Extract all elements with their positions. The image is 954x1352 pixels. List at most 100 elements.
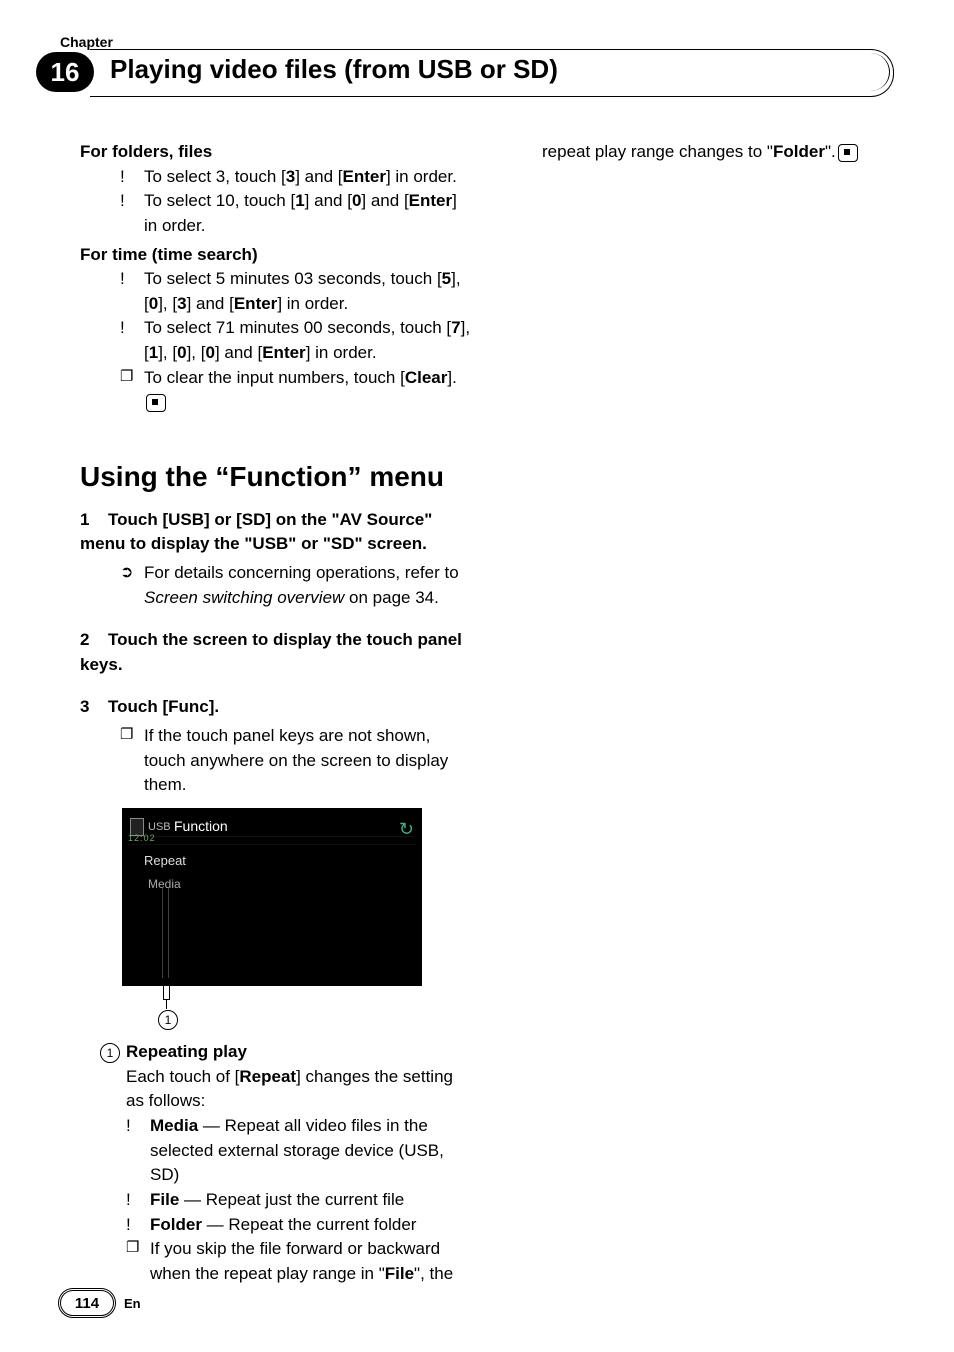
step-1: 1Touch [USB] or [SD] on the "AV Source" … — [80, 508, 472, 557]
heading-folders-files: For folders, files — [80, 140, 472, 165]
repeat-button[interactable]: Repeat — [144, 852, 186, 871]
heading-time-search: For time (time search) — [80, 243, 472, 268]
text: For details concerning operations, refer… — [144, 563, 459, 582]
bullet-file: ! File — Repeat just the current file — [126, 1188, 472, 1213]
text: ], [ — [187, 343, 206, 362]
note-icon: ❐ — [120, 366, 144, 415]
note-clear-input: ❐ To clear the input numbers, touch [Cle… — [120, 366, 472, 415]
step-3: 3Touch [Func]. — [80, 695, 472, 720]
option-folder: Folder — [773, 142, 825, 161]
key-enter: Enter — [234, 294, 277, 313]
page-number-badge: 114 — [60, 1290, 114, 1316]
legend-1-heading: 1 Repeating play — [100, 1040, 472, 1065]
note-skip-file: ❐ If you skip the file forward or backwa… — [126, 1237, 472, 1286]
key-0: 0 — [205, 343, 214, 362]
option-folder: Folder — [150, 1215, 202, 1234]
bullet-time-71m00s: ! To select 71 minutes 00 seconds, touch… — [120, 316, 472, 365]
reference-icon: ➲ — [120, 561, 144, 610]
text: Each touch of [ — [126, 1067, 239, 1086]
text: To select 71 minutes 00 seconds, touch [ — [144, 318, 451, 337]
key-1: 1 — [295, 191, 304, 210]
text: To clear the input numbers, touch [ — [144, 368, 405, 387]
bullet-dot-icon: ! — [126, 1114, 150, 1188]
ref-link-title: Screen switching overview — [144, 588, 344, 607]
step-text: Touch [Func]. — [108, 697, 219, 716]
bullet-select-3: ! To select 3, touch [3] and [Enter] in … — [120, 165, 472, 190]
text: Using the “ — [80, 461, 229, 492]
note-icon: ❐ — [126, 1237, 150, 1286]
key-0: 0 — [149, 294, 158, 313]
text: To select 5 minutes 03 seconds, touch [ — [144, 269, 442, 288]
step-number: 2 — [80, 628, 108, 653]
key-1: 1 — [149, 343, 158, 362]
legend-title: Repeating play — [126, 1040, 247, 1065]
key-enter: Enter — [342, 167, 385, 186]
bullet-dot-icon: ! — [120, 267, 144, 316]
bullet-dot-icon: ! — [120, 189, 144, 238]
text: ] in order. — [306, 343, 377, 362]
text: To select 3, touch [ — [144, 167, 286, 186]
step-number: 3 — [80, 695, 108, 720]
bullet-dot-icon: ! — [120, 316, 144, 365]
callout-guide-line — [162, 888, 163, 978]
text: ] and [ — [295, 167, 342, 186]
bullet-dot-icon: ! — [120, 165, 144, 190]
right-column: repeat play range changes to "Folder". — [502, 140, 894, 1286]
text: ], [ — [158, 294, 177, 313]
page-title: Playing video files (from USB or SD) — [110, 54, 558, 85]
function-word: Function — [229, 461, 347, 492]
text: ] and [ — [215, 343, 262, 362]
key-repeat: Repeat — [239, 1067, 296, 1086]
text: ] and [ — [305, 191, 352, 210]
key-enter: Enter — [262, 343, 305, 362]
page-footer: 114 En — [60, 1290, 141, 1316]
text: ", the — [414, 1264, 453, 1283]
section-end-icon — [838, 144, 858, 162]
step-3-note: ❐ If the touch panel keys are not shown,… — [120, 724, 472, 798]
text: ]. — [447, 368, 456, 387]
note-icon: ❐ — [120, 724, 144, 798]
text: ], [ — [158, 343, 177, 362]
divider — [130, 836, 414, 837]
step-2: 2Touch the screen to display the touch p… — [80, 628, 472, 677]
callout-connector — [122, 986, 422, 1008]
callout-guide-line — [168, 888, 169, 978]
text: — Repeat the current folder — [202, 1215, 417, 1234]
text: To select 10, touch [ — [144, 191, 295, 210]
callout-number-1: 1 — [158, 1010, 472, 1030]
bullet-time-5m03s: ! To select 5 minutes 03 seconds, touch … — [120, 267, 472, 316]
step-text: Touch the screen to display the touch pa… — [80, 630, 462, 674]
key-7: 7 — [451, 318, 460, 337]
option-file: File — [385, 1264, 414, 1283]
step-number: 1 — [80, 508, 108, 533]
step-text: Touch [USB] or [SD] on the "AV Source" m… — [80, 510, 432, 554]
continuation-text: repeat play range changes to "Folder". — [542, 140, 894, 165]
key-0: 0 — [177, 343, 186, 362]
key-enter: Enter — [409, 191, 452, 210]
step-1-reference: ➲ For details concerning operations, ref… — [120, 561, 472, 610]
text: — Repeat just the current file — [179, 1190, 404, 1209]
repeat-value-label: Media — [148, 876, 181, 893]
section-heading-function-menu: Using the “Function” menu — [80, 457, 472, 498]
language-label: En — [124, 1296, 141, 1311]
function-menu-screenshot: USB Function 12:02 ↻ Repeat Media — [122, 808, 422, 986]
bullet-dot-icon: ! — [126, 1213, 150, 1238]
bullet-folder: ! Folder — Repeat the current folder — [126, 1213, 472, 1238]
circled-number-icon: 1 — [158, 1010, 178, 1030]
text: ] and [ — [361, 191, 408, 210]
chapter-label: Chapter — [60, 34, 113, 50]
bullet-select-10: ! To select 10, touch [1] and [0] and [E… — [120, 189, 472, 238]
function-title-label: Function — [174, 816, 228, 836]
text: ] and [ — [187, 294, 234, 313]
option-media: Media — [150, 1116, 198, 1135]
text: ". — [825, 142, 836, 161]
text: ] in order. — [386, 167, 457, 186]
bullet-media: ! Media — Repeat all video files in the … — [126, 1114, 472, 1188]
key-3: 3 — [177, 294, 186, 313]
text: repeat play range changes to " — [542, 142, 773, 161]
key-3: 3 — [286, 167, 295, 186]
back-icon[interactable]: ↻ — [399, 816, 414, 842]
legend-1-description: Each touch of [Repeat] changes the setti… — [126, 1065, 472, 1114]
chapter-number-pill: 16 — [36, 52, 94, 92]
key-5: 5 — [442, 269, 451, 288]
